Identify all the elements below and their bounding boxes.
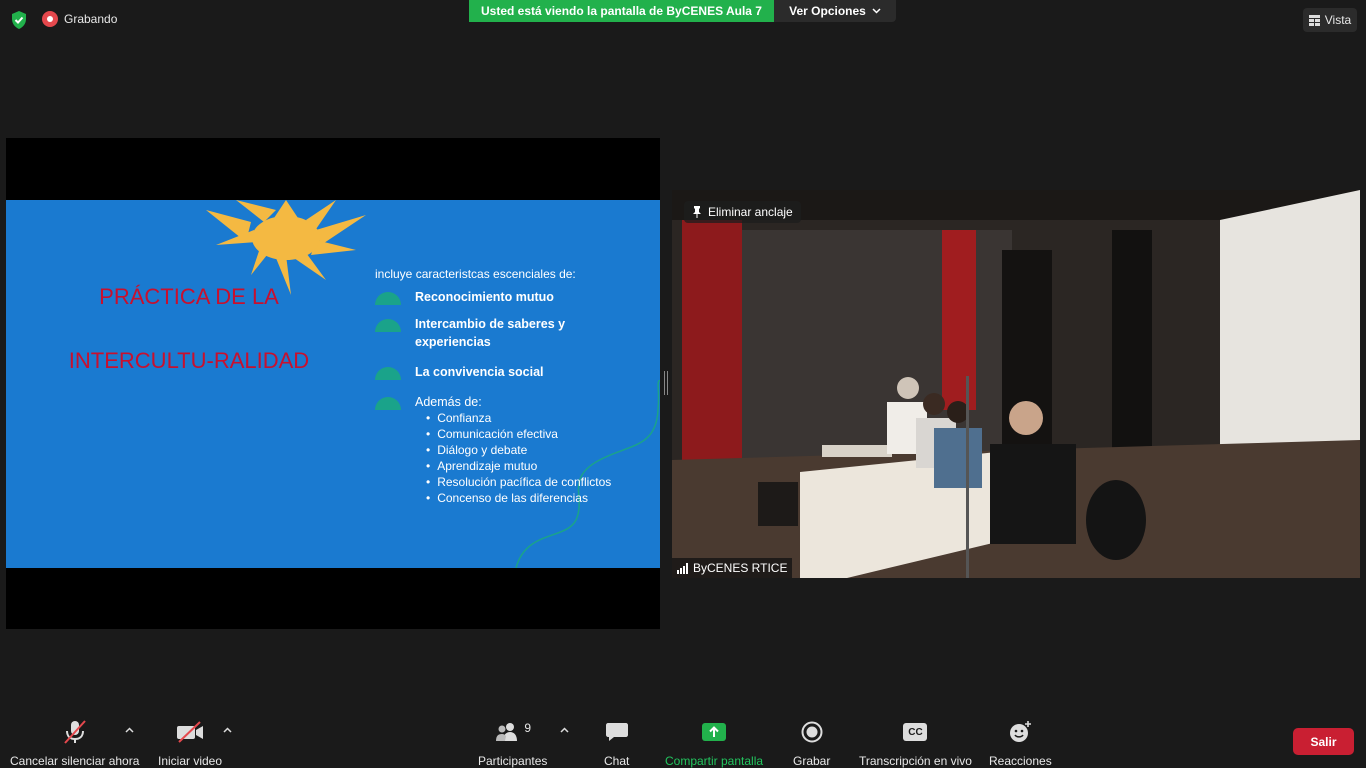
sun-decoration-icon (206, 200, 366, 295)
participant-name-tag: ByCENES RTICE (672, 558, 793, 578)
bullet-marker-icon (375, 292, 401, 305)
closed-captions-icon: CC (903, 723, 928, 741)
reactions-label: Reacciones (989, 754, 1052, 768)
closed-captions-text: CC (908, 726, 923, 738)
emoji-reactions-icon (1010, 721, 1032, 742)
participants-button[interactable]: 9 Participantes (478, 720, 547, 768)
start-video-label: Iniciar video (158, 754, 223, 768)
bullet-marker-icon (375, 319, 401, 332)
microphone-muted-icon (63, 720, 86, 744)
slide-bullet-text: Reconocimiento mutuo (415, 290, 554, 304)
signal-bars-icon (677, 562, 688, 574)
slide-title-line1: PRÁCTICA DE LA (99, 284, 279, 309)
slide-bullet: Reconocimiento mutuo (375, 288, 615, 306)
record-button[interactable]: Grabar (793, 720, 830, 768)
sub-list-item: Confianza (426, 410, 611, 426)
slide-sub-list: Confianza Comunicación efectiva Diálogo … (426, 410, 611, 506)
chevron-down-icon (872, 8, 881, 14)
view-button[interactable]: Vista (1303, 8, 1357, 32)
video-scene (672, 190, 1360, 578)
participants-icon (496, 723, 518, 741)
slide-bullet: Intercambio de saberes y experiencias (375, 315, 615, 351)
chat-bubble-icon (605, 723, 628, 741)
live-transcript-button[interactable]: CC Transcripción en vivo (859, 720, 972, 768)
reactions-button[interactable]: Reacciones (989, 720, 1052, 768)
video-camera-off-icon (177, 721, 204, 743)
share-screen-icon (702, 723, 727, 741)
shared-screen[interactable]: PRÁCTICA DE LA INTERCULTU-RALIDAD incluy… (6, 138, 660, 629)
record-icon (801, 721, 823, 743)
screen-share-banner: Usted está viendo la pantalla de ByCENES… (469, 0, 774, 22)
participant-name: ByCENES RTICE (693, 561, 788, 575)
leave-button[interactable]: Salir (1293, 728, 1354, 755)
pin-icon (693, 206, 701, 218)
chevron-up-icon (223, 727, 232, 733)
slide-title-line2: INTERCULTU-RALIDAD (68, 348, 310, 373)
participants-options-caret[interactable] (560, 724, 569, 736)
slide-bullet-text: La convivencia social (415, 365, 544, 379)
security-shield-icon[interactable] (10, 10, 28, 30)
recording-indicator[interactable]: Grabando (42, 11, 117, 27)
presentation-slide: PRÁCTICA DE LA INTERCULTU-RALIDAD incluy… (6, 200, 660, 568)
recording-label: Grabando (64, 12, 118, 26)
view-label: Vista (1324, 13, 1352, 27)
view-options-button[interactable]: Ver Opciones (774, 0, 896, 22)
resize-handle[interactable] (664, 371, 668, 395)
chevron-up-icon (125, 727, 134, 733)
mute-button[interactable]: Cancelar silenciar ahora (10, 720, 139, 768)
bullet-marker-icon (375, 397, 401, 410)
sub-list-item: Diálogo y debate (426, 442, 611, 458)
chat-label: Chat (604, 754, 630, 768)
slide-lead-text: incluye caracteristcas escenciales de: (375, 267, 576, 281)
participant-video[interactable]: Eliminar anclaje ByCENES RTICE (672, 190, 1360, 578)
recording-icon (42, 11, 58, 27)
unpin-button[interactable]: Eliminar anclaje (684, 201, 801, 223)
sub-list-item: Resolución pacífica de conflictos (426, 474, 611, 490)
sub-list-item: Comunicación efectiva (426, 426, 611, 442)
share-screen-label: Compartir pantalla (665, 754, 764, 768)
video-options-caret[interactable] (223, 724, 232, 736)
chevron-up-icon (560, 727, 569, 733)
slide-bullet: La convivencia social (375, 363, 615, 381)
slide-bullet: Además de: (375, 393, 615, 411)
live-transcript-label: Transcripción en vivo (859, 754, 972, 768)
participants-count: 9 (524, 721, 532, 735)
record-label: Grabar (793, 754, 831, 768)
sub-list-item: Aprendizaje mutuo (426, 458, 611, 474)
slide-bullet-text: Además de: (415, 395, 482, 409)
audio-options-caret[interactable] (125, 724, 134, 736)
sub-list-item: Concenso de las diferencias (426, 490, 611, 506)
share-screen-button[interactable]: Compartir pantalla (665, 720, 763, 768)
view-options-label: Ver Opciones (789, 4, 866, 18)
bullet-marker-icon (375, 367, 401, 380)
chat-button[interactable]: Chat (604, 720, 629, 768)
participants-label: Participantes (478, 754, 548, 768)
mute-label: Cancelar silenciar ahora (10, 754, 140, 768)
start-video-button[interactable]: Iniciar video (158, 720, 222, 768)
slide-bullet-text: Intercambio de saberes y experiencias (415, 317, 566, 349)
grid-view-icon (1308, 14, 1320, 26)
unpin-label: Eliminar anclaje (708, 205, 793, 219)
